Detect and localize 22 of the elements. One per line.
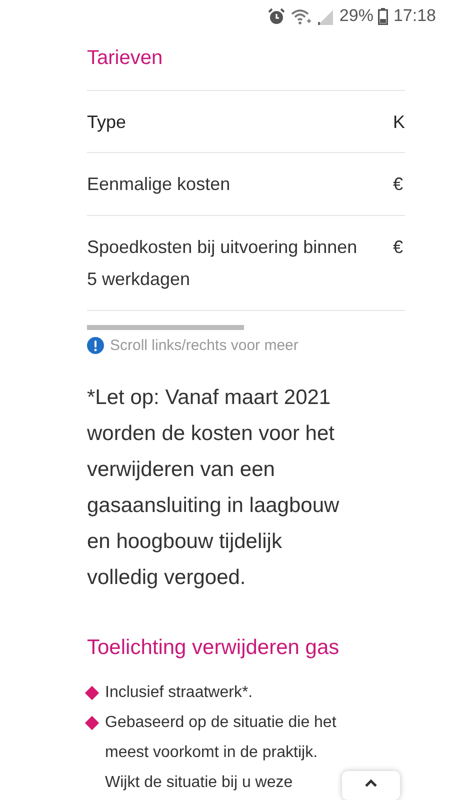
table-cell-text: Spoedkosten bij uitvoering binnen 5 werkdagen — [87, 236, 358, 291]
table-cell-text: Eenmalige kosten — [87, 173, 232, 196]
section-title: Toelichting verwijderen gas — [87, 635, 340, 661]
wifi-icon — [290, 8, 312, 24]
alarm-icon — [268, 8, 286, 24]
scrollbar[interactable] — [87, 325, 244, 330]
note-text: *Let op: Vanaf maart 2021 worden de kosten voor het verwijderen van een gasaansluiting in laagbouw en hoogbouw tijdelijk volledig vergoed. — [87, 385, 340, 591]
scroll-hint: Scroll links/rechts voor meer — [110, 337, 298, 354]
list-item: Gebaseerd op de situatie die het meest voorkomt in de praktijk. Wijkt de situatie bij u weze — [105, 713, 337, 793]
caret-icon — [365, 779, 377, 787]
column-header: Type — [87, 112, 126, 132]
back-to-top-button[interactable] — [342, 771, 400, 800]
signal-icon — [317, 8, 334, 24]
table-cell: € — [392, 174, 403, 194]
table-cell: € — [392, 237, 403, 257]
list-item: Inclusief straatwerk*. — [105, 683, 254, 703]
column-header: K — [392, 112, 405, 132]
battery-icon — [378, 8, 388, 24]
battery-percentage: 29% — [339, 6, 374, 26]
section-title: Tarieven — [87, 46, 164, 71]
info-icon — [87, 337, 104, 354]
clock-time: 17:18 — [393, 6, 436, 26]
